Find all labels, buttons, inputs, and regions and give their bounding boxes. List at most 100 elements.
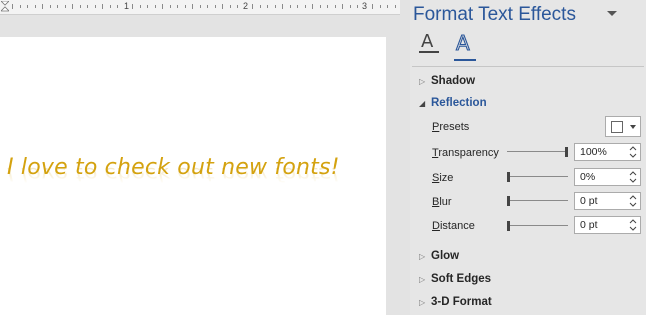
ruler-tick <box>199 5 201 8</box>
blur-label-text: lur <box>439 196 452 208</box>
ruler-tick <box>222 4 223 9</box>
expand-triangle-icon: ▷ <box>419 274 426 284</box>
slider-track <box>507 225 568 226</box>
section-3d-format[interactable]: ▷ 3-D Format <box>419 294 492 310</box>
presets-dropdown-button[interactable] <box>605 116 641 137</box>
size-label: Size <box>432 172 453 184</box>
pane-title: Format Text Effects <box>413 4 576 25</box>
svg-text:A: A <box>456 31 470 55</box>
ruler-tick <box>342 4 343 9</box>
section-glow[interactable]: ▷ Glow <box>419 248 459 264</box>
distance-slider[interactable] <box>507 221 568 231</box>
ruler-tick <box>372 4 373 9</box>
slider-thumb[interactable] <box>507 172 510 182</box>
transparency-value[interactable]: 100% <box>580 146 607 158</box>
transparency-slider[interactable] <box>507 147 568 157</box>
ruler-tick <box>139 5 141 8</box>
pane-splitter[interactable] <box>400 0 410 315</box>
ruler-tick <box>49 5 51 8</box>
ruler-number: 1 <box>124 1 130 11</box>
ruler-tick <box>42 4 43 9</box>
ruler-tick <box>357 5 358 8</box>
spin-arrows-icon[interactable] <box>629 219 637 231</box>
ruler-tick <box>282 4 283 9</box>
ruler-tick <box>387 5 388 8</box>
ruler-tick <box>394 5 396 8</box>
distance-value[interactable]: 0 pt <box>580 219 598 231</box>
distance-label: Distance <box>432 220 475 232</box>
section-label: Shadow <box>431 75 476 87</box>
slider-thumb[interactable] <box>507 196 510 206</box>
ruler-number: 3 <box>362 1 368 11</box>
ruler-tick <box>207 5 208 8</box>
ruler-tick <box>102 4 103 9</box>
slider-thumb[interactable] <box>507 221 510 231</box>
section-label: 3-D Format <box>431 296 492 308</box>
size-spinbox[interactable]: 0% <box>574 168 641 186</box>
pane-divider <box>412 66 644 67</box>
document-text-reflection: I love to check out new fonts! <box>7 162 340 184</box>
spin-arrows-icon[interactable] <box>629 171 637 183</box>
ruler-tick <box>319 5 321 8</box>
ruler-number: 2 <box>243 1 249 11</box>
section-shadow[interactable]: ▷ Shadow <box>419 73 475 89</box>
section-reflection[interactable]: ◢ Reflection <box>419 95 487 111</box>
pane-options-dropdown-icon[interactable] <box>607 11 617 16</box>
ruler-tick <box>229 5 231 8</box>
text-effects-icon[interactable]: A <box>451 30 475 58</box>
ruler-tick <box>34 5 36 8</box>
ruler-tick <box>162 4 163 9</box>
section-label: Glow <box>431 250 460 262</box>
slider-thumb[interactable] <box>565 147 568 157</box>
svg-text:A: A <box>421 31 434 52</box>
ruler-tick <box>87 5 88 8</box>
ruler-tick <box>252 4 253 9</box>
size-label-text: ize <box>439 172 454 184</box>
horizontal-ruler[interactable]: 1 2 3 <box>0 0 400 15</box>
indent-marker-icon[interactable] <box>1 1 9 12</box>
distance-spinbox[interactable]: 0 pt <box>574 216 641 234</box>
ruler-tick <box>327 5 328 8</box>
ruler-tick <box>312 4 313 9</box>
ruler-tick <box>214 5 216 8</box>
ruler-tick <box>109 5 111 8</box>
expand-triangle-icon: ▷ <box>419 297 426 307</box>
distance-label-text: istance <box>439 220 475 232</box>
blur-label: Blur <box>432 196 452 208</box>
slider-track <box>507 176 568 177</box>
ruler-tick <box>117 5 118 8</box>
transparency-label-text: ransparency <box>438 147 499 159</box>
size-slider[interactable] <box>507 172 568 182</box>
active-tab-indicator <box>454 59 476 61</box>
section-label: Soft Edges <box>431 273 492 285</box>
ruler-tick <box>19 5 21 8</box>
ruler-tick <box>64 5 66 8</box>
transparency-label: Transparency <box>432 147 499 159</box>
blur-spinbox[interactable]: 0 pt <box>574 192 641 210</box>
ruler-tick <box>94 5 96 8</box>
chevron-down-icon <box>630 125 636 129</box>
ruler-tick <box>304 5 306 8</box>
document-area: 1 2 3 I love to check out new fonts! I l… <box>0 0 410 315</box>
slider-track <box>507 200 568 201</box>
ruler-tick <box>379 5 381 8</box>
ruler-tick <box>259 5 261 8</box>
format-text-effects-pane: Format Text Effects A A ▷ Shadow ◢ Refle… <box>410 0 646 315</box>
size-value[interactable]: 0% <box>580 171 595 183</box>
text-fill-outline-icon[interactable]: A <box>417 30 441 58</box>
expand-triangle-icon: ▷ <box>419 76 426 86</box>
ruler-tick <box>72 4 73 9</box>
section-soft-edges[interactable]: ▷ Soft Edges <box>419 271 491 287</box>
ruler-tick <box>349 5 351 8</box>
spin-arrows-icon[interactable] <box>629 195 637 207</box>
ruler-tick <box>297 5 298 8</box>
spin-arrows-icon[interactable] <box>629 146 637 158</box>
blur-slider[interactable] <box>507 196 568 206</box>
blur-value[interactable]: 0 pt <box>580 195 598 207</box>
ruler-tick <box>57 5 58 8</box>
section-label: Reflection <box>431 97 487 109</box>
ruler-tick <box>147 5 148 8</box>
ruler-tick <box>154 5 156 8</box>
document-page[interactable]: I love to check out new fonts! I love to… <box>0 37 386 315</box>
transparency-spinbox[interactable]: 100% <box>574 143 641 161</box>
